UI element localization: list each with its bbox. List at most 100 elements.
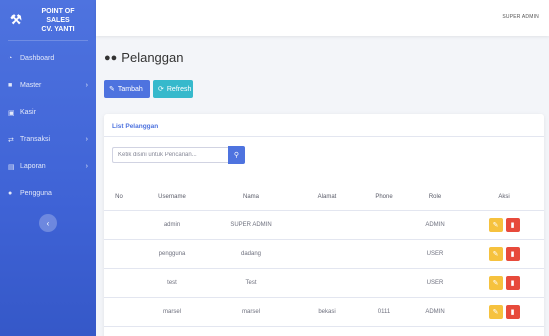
trash-icon: ▮ xyxy=(510,279,515,287)
trash-icon: ▮ xyxy=(510,308,515,316)
cell-no xyxy=(104,297,134,327)
sidebar-divider xyxy=(8,40,88,41)
sidebar-item-label: Master xyxy=(20,82,42,89)
column-header-username[interactable]: Username xyxy=(134,184,210,211)
table-row: test Test USER ✎ ▮ xyxy=(104,268,544,298)
topbar: SUPER ADMIN xyxy=(96,0,549,36)
cell-alamat xyxy=(292,239,362,269)
delete-button[interactable]: ▮ xyxy=(505,246,520,261)
edit-icon: ✎ xyxy=(109,86,115,93)
table-row: pengguna dadang USER ✎ ▮ xyxy=(104,239,544,269)
column-header-alamat[interactable]: Alamat xyxy=(292,184,362,211)
user-menu[interactable]: SUPER ADMIN xyxy=(502,14,539,20)
sidebar-item-label: Kasir xyxy=(20,109,36,116)
trash-icon: ▮ xyxy=(510,250,515,258)
cell-no xyxy=(104,268,134,298)
cell-aksi: ✎ ▮ xyxy=(464,268,544,298)
column-header-aksi: Aksi xyxy=(464,184,544,211)
brand-name: POINT OF SALES CV. YANTI xyxy=(41,7,75,33)
refresh-button-label: Refresh xyxy=(166,85,192,93)
brand[interactable]: ⚒ POINT OF SALES CV. YANTI xyxy=(0,0,96,40)
search-button[interactable]: ⚲ xyxy=(228,146,245,164)
card-title: List Pelanggan xyxy=(112,123,159,130)
customer-table: No Username Nama Alamat Phone Role Aksi … xyxy=(104,184,544,327)
table-row: marsel marsel bekasi 0111 ADMIN ✎ ▮ xyxy=(104,297,544,327)
cell-nama: Test xyxy=(210,268,292,298)
cell-alamat xyxy=(292,210,362,240)
chevron-left-icon: ‹ xyxy=(46,218,50,228)
cell-phone xyxy=(362,268,406,298)
cell-phone xyxy=(362,239,406,269)
sidebar-item-kasir[interactable]: ▣ Kasir xyxy=(0,99,96,126)
cell-role: USER xyxy=(406,268,464,298)
sidebar: ⚒ POINT OF SALES CV. YANTI ◔ Dashboard ■… xyxy=(0,0,96,336)
pencil-icon: ✎ xyxy=(492,308,499,316)
store-logo-icon: ⚒ xyxy=(10,12,22,27)
trash-icon: ▮ xyxy=(510,221,515,229)
cell-role: ADMIN xyxy=(406,297,464,327)
sidebar-item-laporan[interactable]: ▤ Laporan › xyxy=(0,153,96,180)
sidebar-item-label: Dashboard xyxy=(20,55,55,62)
sidebar-item-transaksi[interactable]: ⇄ Transaksi › xyxy=(0,126,96,153)
sidebar-item-master[interactable]: ■ Master › xyxy=(0,72,96,99)
cell-username: marsel xyxy=(134,297,210,327)
cell-aksi: ✎ ▮ xyxy=(464,210,544,240)
customer-list-card: List Pelanggan ⚲ No Username Nama Alamat… xyxy=(104,114,544,336)
refresh-button[interactable]: ⟳ Refresh xyxy=(153,80,193,98)
delete-button[interactable]: ▮ xyxy=(505,217,520,232)
page-title-text: Pelanggan xyxy=(121,50,184,65)
column-header-no[interactable]: No xyxy=(104,184,134,211)
cart-icon: ▣ xyxy=(8,109,15,117)
chevron-right-icon: › xyxy=(85,136,88,143)
cell-nama: dadang xyxy=(210,239,292,269)
report-icon: ▤ xyxy=(8,163,15,171)
chevron-right-icon: › xyxy=(85,163,88,170)
cell-username: pengguna xyxy=(134,239,210,269)
pencil-icon: ✎ xyxy=(492,279,499,287)
search-icon: ⚲ xyxy=(233,152,240,159)
cell-username: admin xyxy=(134,210,210,240)
pencil-icon: ✎ xyxy=(492,221,499,229)
edit-button[interactable]: ✎ xyxy=(488,246,503,261)
cell-role: USER xyxy=(406,239,464,269)
table-row: admin SUPER ADMIN ADMIN ✎ ▮ xyxy=(104,210,544,240)
gauge-icon: ◔ xyxy=(8,55,13,62)
sidebar-item-dashboard[interactable]: ◔ Dashboard xyxy=(0,45,96,72)
pencil-icon: ✎ xyxy=(492,250,499,258)
column-header-phone[interactable]: Phone xyxy=(362,184,406,211)
cell-nama: SUPER ADMIN xyxy=(210,210,292,240)
sidebar-item-pengguna[interactable]: ● Pengguna xyxy=(0,180,96,207)
table-header-row: No Username Nama Alamat Phone Role Aksi xyxy=(104,184,544,211)
edit-button[interactable]: ✎ xyxy=(488,304,503,319)
edit-button[interactable]: ✎ xyxy=(488,217,503,232)
cell-alamat: bekasi xyxy=(292,297,362,327)
cell-no xyxy=(104,210,134,240)
card-divider xyxy=(104,136,544,137)
sidebar-toggle-button[interactable]: ‹ xyxy=(39,214,57,232)
sidebar-nav: ◔ Dashboard ■ Master › ▣ Kasir ⇄ Transak… xyxy=(0,45,96,207)
add-button-label: Tambah xyxy=(117,85,143,93)
cell-phone xyxy=(362,210,406,240)
cell-aksi: ✎ ▮ xyxy=(464,297,544,327)
search-input[interactable] xyxy=(112,147,228,163)
sidebar-item-label: Laporan xyxy=(20,163,46,170)
cell-alamat xyxy=(292,268,362,298)
sidebar-item-label: Transaksi xyxy=(20,136,51,143)
cell-phone: 0111 xyxy=(362,297,406,327)
add-button[interactable]: ✎ Tambah xyxy=(104,80,150,98)
delete-button[interactable]: ▮ xyxy=(505,304,520,319)
column-header-nama[interactable]: Nama xyxy=(210,184,292,211)
cell-role: ADMIN xyxy=(406,210,464,240)
cell-no xyxy=(104,239,134,269)
chevron-right-icon: › xyxy=(85,82,88,89)
refresh-icon: ⟳ xyxy=(158,86,164,93)
cell-aksi: ✎ ▮ xyxy=(464,239,544,269)
folder-icon: ■ xyxy=(8,82,13,89)
edit-button[interactable]: ✎ xyxy=(488,275,503,290)
page-title: ●● Pelanggan xyxy=(104,50,183,65)
users-icon: ●● xyxy=(104,51,118,64)
cell-username: test xyxy=(134,268,210,298)
exchange-icon: ⇄ xyxy=(8,136,14,144)
column-header-role[interactable]: Role xyxy=(406,184,464,211)
delete-button[interactable]: ▮ xyxy=(505,275,520,290)
